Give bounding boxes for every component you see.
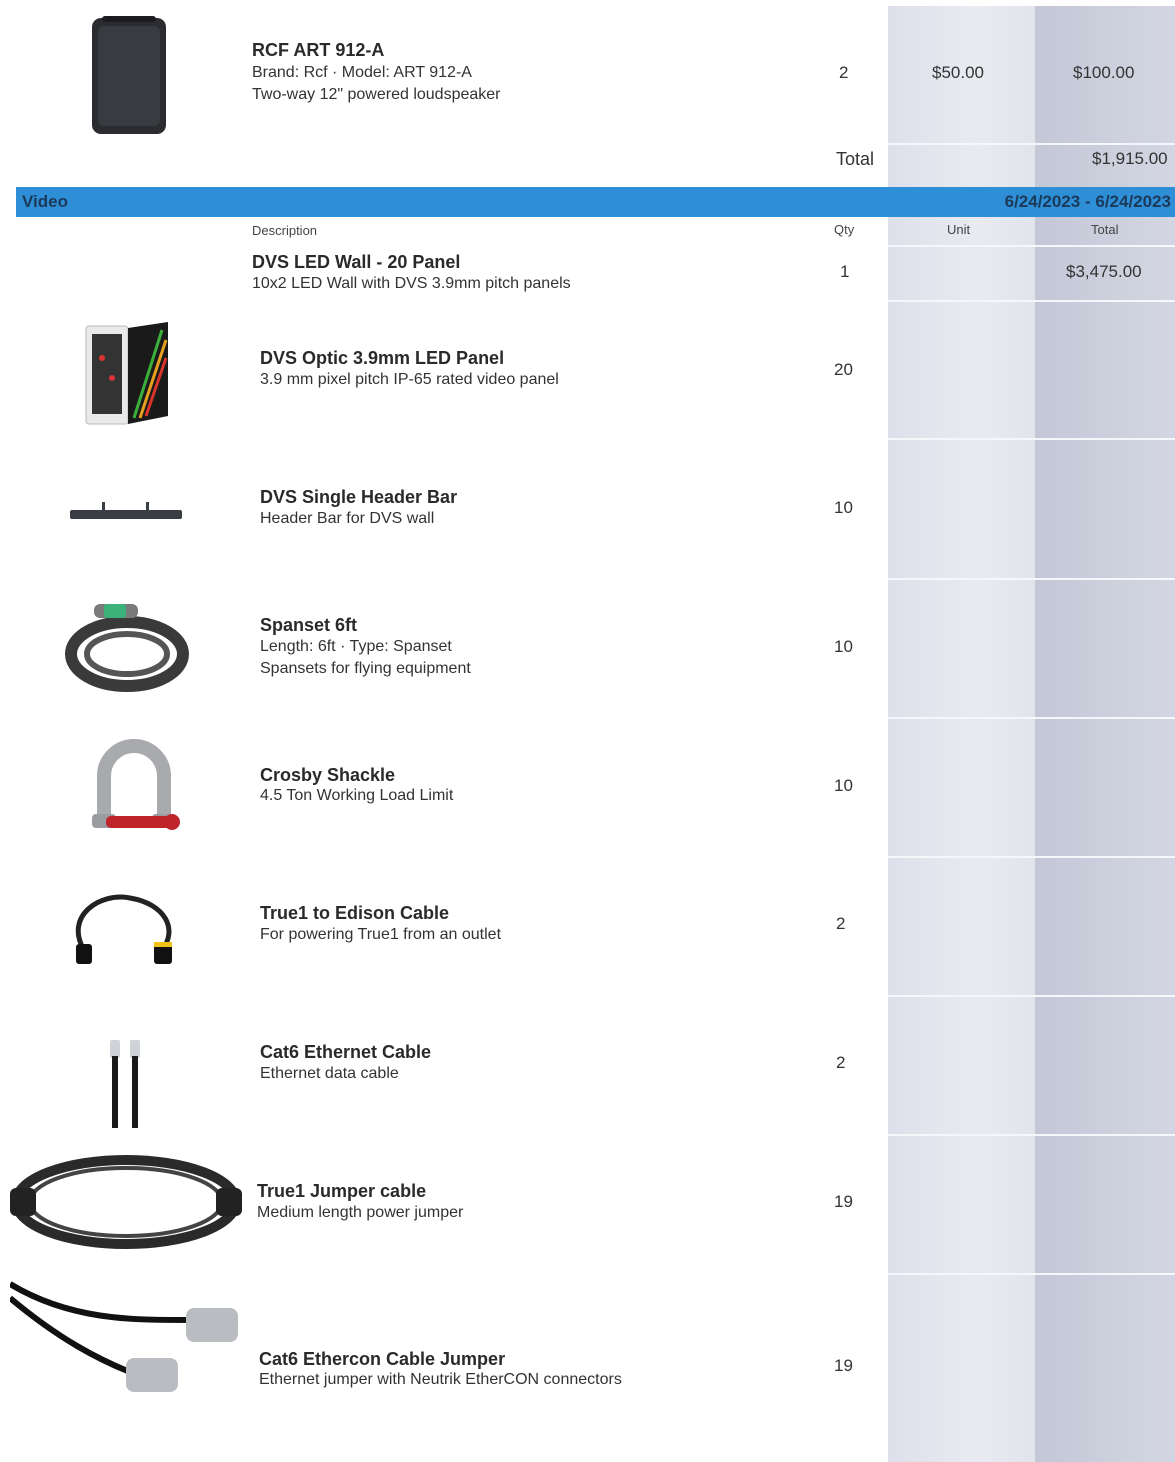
item-name: DVS Single Header Bar bbox=[260, 487, 458, 507]
row-divider bbox=[888, 438, 1175, 440]
row-divider bbox=[888, 143, 1175, 145]
item-meta: Length: 6ft · Type: Spanset bbox=[260, 638, 452, 655]
row-divider bbox=[888, 995, 1175, 997]
row-divider bbox=[888, 856, 1175, 858]
column-header-description: Description bbox=[252, 223, 318, 238]
item-meta: Brand: Rcf · Model: ART 912-A bbox=[252, 64, 472, 81]
item-qty: 10 bbox=[834, 776, 853, 795]
item-description: Ethernet jumper with Neutrik EtherCON co… bbox=[259, 1371, 622, 1388]
row-divider bbox=[888, 717, 1175, 719]
column-header-unit: Unit bbox=[947, 222, 971, 237]
loudspeaker-icon bbox=[92, 16, 166, 134]
item-description: Header Bar for DVS wall bbox=[260, 510, 435, 527]
item-name: True1 to Edison Cable bbox=[260, 903, 450, 923]
item-name: True1 Jumper cable bbox=[257, 1181, 427, 1201]
quote-page: RCF ART 912-A Brand: Rcf · Model: ART 91… bbox=[0, 0, 1175, 1462]
item-name: Cat6 Ethernet Cable bbox=[260, 1042, 432, 1062]
section-total-value: $1,915.00 bbox=[1092, 149, 1168, 168]
item-qty: 2 bbox=[836, 1053, 846, 1072]
column-header-total: Total bbox=[1091, 222, 1119, 237]
item-description: Two-way 12" powered loudspeaker bbox=[252, 86, 501, 103]
ethercon-cable-icon bbox=[10, 1281, 238, 1392]
item-description: Medium length power jumper bbox=[257, 1204, 464, 1221]
item-name: Crosby Shackle bbox=[260, 765, 396, 785]
item-description: 3.9 mm pixel pitch IP-65 rated video pan… bbox=[260, 371, 559, 388]
item-description: 4.5 Ton Working Load Limit bbox=[260, 787, 454, 804]
item-unit-price: $50.00 bbox=[932, 63, 984, 82]
item-qty: 10 bbox=[834, 637, 853, 656]
ethernet-cable-icon bbox=[110, 1040, 140, 1128]
section-dates: 6/24/2023 - 6/24/2023 bbox=[1004, 192, 1171, 211]
item-description: Ethernet data cable bbox=[260, 1065, 399, 1082]
item-qty: 2 bbox=[839, 63, 849, 82]
row-divider bbox=[888, 1134, 1175, 1136]
item-description: Spansets for flying equipment bbox=[260, 660, 471, 677]
row-divider bbox=[888, 300, 1175, 302]
item-qty: 19 bbox=[834, 1356, 853, 1375]
jumper-cable-icon bbox=[10, 1155, 242, 1249]
row-divider bbox=[888, 578, 1175, 580]
power-cable-icon bbox=[75, 894, 172, 964]
item-name: Spanset 6ft bbox=[260, 615, 358, 635]
item-qty: 19 bbox=[834, 1192, 853, 1211]
column-header-qty: Qty bbox=[834, 222, 855, 237]
item-total-price: $100.00 bbox=[1073, 63, 1135, 82]
led-panel-icon bbox=[85, 322, 168, 425]
header-bar-icon bbox=[70, 502, 182, 519]
section-title: Video bbox=[22, 192, 68, 211]
package-total-price: $3,475.00 bbox=[1066, 262, 1142, 281]
item-name: DVS Optic 3.9mm LED Panel bbox=[260, 348, 505, 368]
package-qty: 1 bbox=[840, 262, 850, 281]
item-description: For powering True1 from an outlet bbox=[260, 926, 502, 943]
package-description: 10x2 LED Wall with DVS 3.9mm pitch panel… bbox=[252, 275, 571, 292]
item-name: RCF ART 912-A bbox=[252, 40, 385, 60]
item-name: Cat6 Ethercon Cable Jumper bbox=[259, 1349, 506, 1369]
spanset-icon bbox=[65, 604, 189, 692]
section-total-label: Total bbox=[836, 149, 875, 169]
section-header-band: Video 6/24/2023 - 6/24/2023 bbox=[16, 187, 1175, 217]
item-qty: 10 bbox=[834, 498, 853, 517]
shackle-icon bbox=[92, 739, 180, 830]
row-divider bbox=[888, 1273, 1175, 1275]
package-name: DVS LED Wall - 20 Panel bbox=[252, 252, 461, 272]
item-qty: 20 bbox=[834, 360, 853, 379]
item-qty: 2 bbox=[836, 914, 846, 933]
row-divider bbox=[888, 245, 1175, 247]
